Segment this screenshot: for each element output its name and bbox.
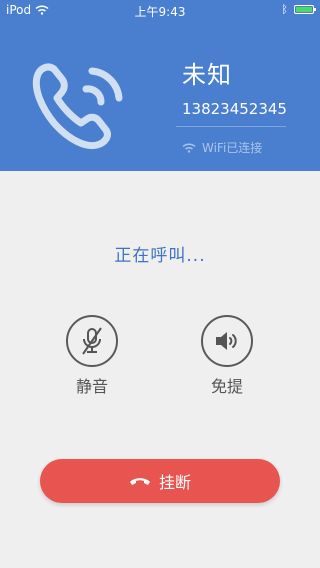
- caller-name: 未知: [182, 61, 232, 89]
- wifi-icon: [182, 142, 196, 153]
- caller-number: 13823452345: [182, 100, 287, 118]
- hang-up-button[interactable]: 挂断: [40, 459, 280, 503]
- mute-label: 静音: [75, 377, 108, 396]
- network-status-text: WiFi已连接: [202, 141, 263, 155]
- call-status-text: 正在呼叫...: [114, 246, 206, 266]
- battery-level: [296, 7, 312, 12]
- network-status: WiFi已连接: [182, 139, 262, 156]
- status-right: ᛒ: [281, 3, 316, 16]
- status-time: 上午9:43: [134, 5, 186, 19]
- speaker-button[interactable]: [201, 315, 253, 367]
- battery-icon: [294, 5, 316, 14]
- hang-up-label: 挂断: [158, 473, 191, 492]
- microphone-muted-icon: [82, 327, 102, 355]
- speaker-label: 免提: [210, 377, 243, 396]
- mute-button[interactable]: [66, 315, 118, 367]
- speaker-icon: [216, 332, 237, 350]
- call-header: iPod 上午9:43 ᛒ 未知 13823452345 WiFi已连接: [0, 0, 320, 171]
- hang-up-icon: [129, 478, 150, 485]
- status-bar: iPod 上午9:43 ᛒ: [0, 0, 320, 20]
- bluetooth-icon: ᛒ: [281, 3, 288, 16]
- phone-ringing-icon: [32, 63, 123, 150]
- header-divider: [176, 126, 286, 127]
